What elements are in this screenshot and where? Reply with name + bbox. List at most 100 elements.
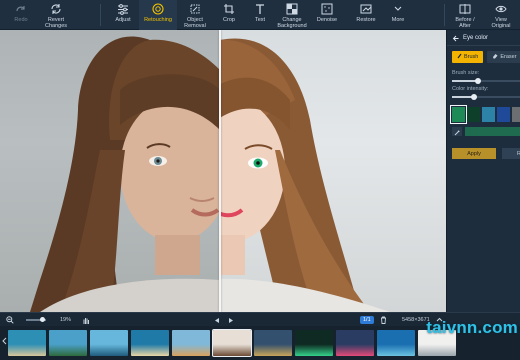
color-swatch[interactable] bbox=[467, 107, 480, 122]
brush-size-label: Brush size: bbox=[452, 70, 480, 76]
image-count-badge: 1/1 bbox=[360, 313, 374, 327]
chevron-down-icon bbox=[391, 3, 405, 15]
revert-changes-button[interactable]: Revert Changes bbox=[38, 0, 74, 30]
reset-button[interactable]: Reset bbox=[502, 148, 520, 159]
crop-icon bbox=[222, 3, 236, 15]
adjust-label: Adjust bbox=[115, 17, 131, 23]
thumbnail[interactable] bbox=[8, 330, 46, 356]
thumbnail[interactable] bbox=[295, 330, 333, 356]
filmstrip-scroll-left-icon[interactable] bbox=[2, 334, 7, 348]
color-intensity-slider[interactable] bbox=[452, 94, 520, 100]
thumbnail[interactable] bbox=[212, 329, 252, 357]
thumbnail[interactable] bbox=[172, 330, 210, 356]
thumbnail[interactable] bbox=[131, 330, 169, 356]
change-background-button[interactable]: Change Background bbox=[274, 0, 310, 30]
brush-mode-group: Brush Eraser bbox=[452, 51, 520, 63]
more-button[interactable]: More bbox=[386, 0, 410, 30]
revert-icon bbox=[49, 3, 63, 15]
restore-label: Restore bbox=[356, 17, 376, 23]
portrait-before bbox=[30, 36, 230, 312]
before-after-icon bbox=[458, 3, 472, 15]
object-removal-icon bbox=[188, 3, 202, 15]
denoise-button[interactable]: Denoise bbox=[312, 0, 342, 30]
brush-button[interactable]: Brush bbox=[452, 51, 484, 63]
restore-icon bbox=[359, 3, 373, 15]
adjust-sliders-icon bbox=[116, 3, 130, 15]
revert-changes-label: Revert Changes bbox=[44, 17, 68, 29]
redo-icon bbox=[14, 3, 28, 15]
thumbnail[interactable] bbox=[49, 330, 87, 356]
brush-label: Brush bbox=[464, 54, 479, 60]
thumbnail[interactable] bbox=[377, 330, 415, 356]
brush-size-fill bbox=[452, 80, 478, 82]
view-original-label: View Original bbox=[491, 17, 511, 29]
color-intensity-knob[interactable] bbox=[471, 94, 478, 100]
panel-title: Eye color bbox=[463, 34, 489, 41]
denoise-icon bbox=[320, 3, 334, 15]
before-image bbox=[0, 30, 230, 312]
eyedropper-button[interactable] bbox=[452, 127, 462, 136]
restore-button[interactable]: Restore bbox=[348, 0, 384, 30]
zoom-level: 19% bbox=[60, 317, 72, 323]
eraser-button[interactable]: Eraser bbox=[487, 51, 520, 63]
crop-label: Crop bbox=[223, 17, 235, 23]
portrait-after bbox=[175, 38, 390, 312]
hand-tool-icon[interactable] bbox=[82, 313, 90, 327]
eraser-label: Eraser bbox=[500, 54, 517, 60]
more-label: More bbox=[391, 17, 405, 23]
text-label: Text bbox=[254, 17, 266, 23]
object-removal-button[interactable]: Object Removal bbox=[178, 0, 212, 30]
before-after-label: Before / After bbox=[455, 17, 475, 29]
text-button[interactable]: Text bbox=[246, 0, 274, 30]
thumbnail[interactable] bbox=[254, 330, 292, 356]
retouching-tab[interactable]: Retouching bbox=[139, 0, 177, 30]
panel-header: Eye color bbox=[447, 30, 520, 46]
before-after-divider-handle[interactable] bbox=[219, 30, 221, 312]
before-after-button[interactable]: Before / After bbox=[448, 0, 482, 30]
color-swatch[interactable] bbox=[482, 107, 495, 122]
back-arrow-icon[interactable] bbox=[452, 30, 459, 47]
eye-color-panel: Eye color Brush Eraser Brush size: Color… bbox=[446, 30, 520, 312]
redo-button[interactable]: Redo bbox=[4, 0, 38, 30]
thumbnail[interactable] bbox=[90, 330, 128, 356]
text-icon bbox=[253, 3, 267, 15]
next-image-icon[interactable] bbox=[228, 313, 234, 327]
eye-icon bbox=[494, 3, 508, 15]
color-swatch[interactable] bbox=[512, 107, 520, 122]
custom-color-row bbox=[452, 127, 520, 136]
thumbnail[interactable] bbox=[336, 330, 374, 356]
change-background-icon bbox=[285, 3, 299, 15]
top-toolbar: Redo Revert Changes Adjust Retouching Ob… bbox=[0, 0, 520, 30]
retouching-label: Retouching bbox=[144, 17, 172, 23]
brush-size-slider[interactable] bbox=[452, 78, 520, 84]
color-intensity-label: Color intensity: bbox=[452, 86, 489, 92]
eye-color-swatches bbox=[450, 105, 520, 124]
color-swatch[interactable] bbox=[497, 107, 510, 122]
previous-image-icon[interactable] bbox=[214, 313, 220, 327]
panel-action-buttons: Apply Reset bbox=[452, 148, 520, 159]
delete-image-icon[interactable] bbox=[380, 313, 387, 327]
photo-canvas[interactable] bbox=[0, 30, 446, 312]
eyedropper-icon bbox=[454, 123, 460, 141]
eraser-icon bbox=[492, 53, 498, 61]
retouch-icon bbox=[151, 3, 165, 15]
view-original-button[interactable]: View Original bbox=[484, 0, 518, 30]
denoise-label: Denoise bbox=[316, 17, 338, 23]
photo-editor-app: Redo Revert Changes Adjust Retouching Ob… bbox=[0, 0, 520, 360]
crop-button[interactable]: Crop bbox=[214, 0, 244, 30]
zoom-out-icon[interactable] bbox=[6, 313, 14, 327]
brush-icon bbox=[457, 53, 462, 61]
toolbar-divider bbox=[100, 4, 101, 26]
redo-label: Redo bbox=[14, 17, 28, 23]
color-swatch[interactable] bbox=[450, 105, 467, 124]
apply-button[interactable]: Apply bbox=[452, 148, 496, 159]
toolbar-divider bbox=[444, 4, 445, 26]
after-image bbox=[175, 30, 446, 312]
adjust-button[interactable]: Adjust bbox=[108, 0, 138, 30]
custom-color-field[interactable] bbox=[465, 127, 520, 136]
brush-size-knob[interactable] bbox=[474, 78, 481, 84]
watermark: taivnn.com bbox=[426, 318, 518, 337]
change-background-label: Change Background bbox=[277, 17, 307, 29]
object-removal-label: Object Removal bbox=[184, 17, 206, 29]
zoom-slider-knob[interactable] bbox=[40, 317, 45, 322]
